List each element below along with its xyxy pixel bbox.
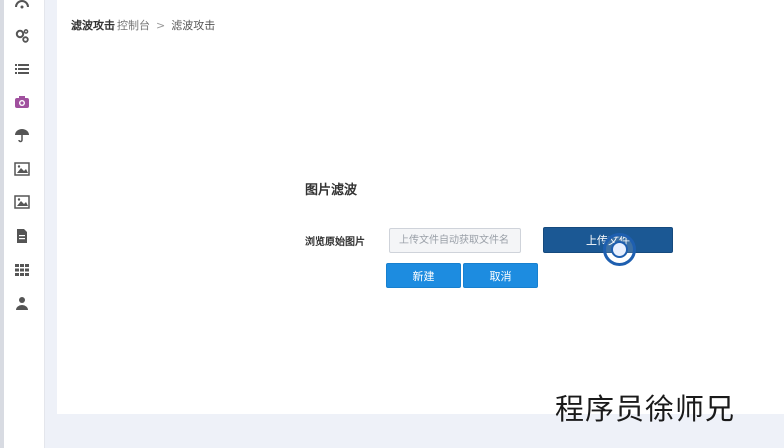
breadcrumb-separator: > <box>156 18 166 32</box>
breadcrumb-home[interactable]: 滤波攻击 <box>71 17 115 33</box>
file-name-input[interactable] <box>389 228 521 253</box>
new-button[interactable]: 新建 <box>386 263 461 288</box>
grid-icon <box>15 264 29 276</box>
breadcrumb-current: 滤波攻击 <box>171 19 216 32</box>
breadcrumb-home-sub[interactable]: 控制台 <box>117 17 150 33</box>
content-card <box>57 0 784 414</box>
form-title: 图片滤波 <box>305 183 358 198</box>
sidebar-item-document[interactable] <box>10 225 34 247</box>
sidebar <box>0 0 45 448</box>
image-icon <box>14 162 30 176</box>
sidebar-edge <box>0 0 4 448</box>
sidebar-item-camera[interactable] <box>10 91 34 113</box>
sidebar-item-list[interactable] <box>10 58 34 80</box>
sidebar-item-image[interactable] <box>10 158 34 180</box>
sidebar-item-user[interactable] <box>10 292 34 314</box>
sidebar-item-umbrella[interactable] <box>10 124 34 146</box>
watermark-text: 程序员徐师兄 <box>555 392 736 426</box>
umbrella-icon <box>15 129 29 143</box>
camera-icon <box>15 96 29 108</box>
document-icon <box>17 229 27 243</box>
cancel-button[interactable]: 取消 <box>463 263 538 288</box>
sidebar-item-gears[interactable] <box>10 25 34 47</box>
browse-image-label: 浏览原始图片 <box>305 237 365 248</box>
dashboard-icon <box>15 0 29 9</box>
image-icon <box>14 195 30 209</box>
sidebar-item-image-2[interactable] <box>10 191 34 213</box>
user-icon <box>16 297 28 310</box>
sidebar-item-dashboard[interactable] <box>10 0 34 16</box>
click-cursor-icon <box>603 233 636 266</box>
breadcrumb: 滤波攻击 控制台 > 滤波攻击 <box>71 17 215 33</box>
sidebar-item-grid[interactable] <box>10 259 34 281</box>
list-icon <box>15 64 29 74</box>
click-cursor-inner <box>611 241 628 258</box>
gears-icon <box>15 29 29 43</box>
